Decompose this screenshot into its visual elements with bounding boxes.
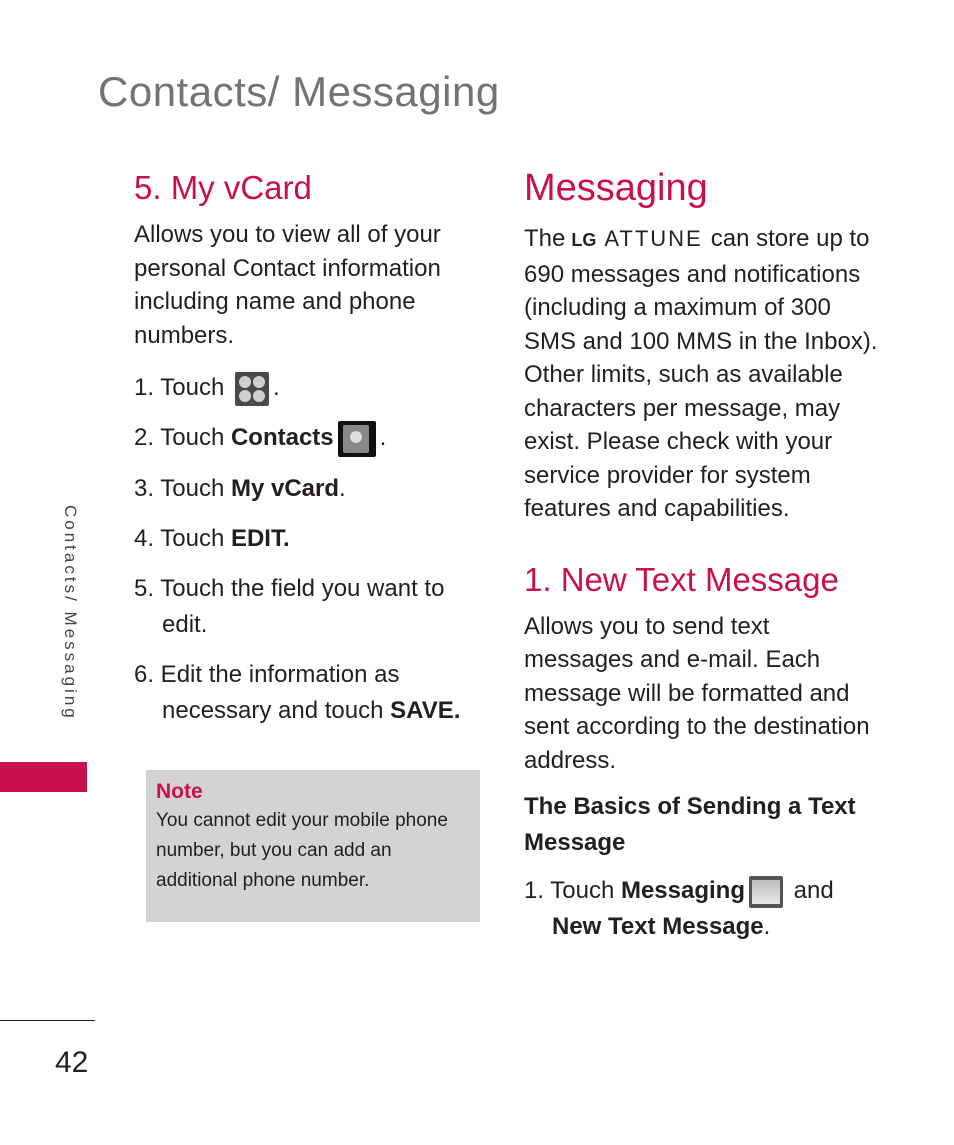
- new-text-message-heading: 1. New Text Message: [524, 560, 839, 598]
- side-tab-label: Contacts/ Messaging: [61, 505, 80, 721]
- note-title: Note: [156, 780, 203, 803]
- apps-grid-icon: [234, 371, 269, 406]
- side-tab-marker: [0, 762, 87, 792]
- step-6: 6. Edit the information as necessary and…: [134, 660, 461, 724]
- step-3: 3. Touch My vCard.: [134, 474, 346, 502]
- step-1: 1. Touch Messaging and New Text Message.: [524, 875, 834, 940]
- footer-divider: [0, 1020, 95, 1021]
- page-title: Contacts/ Messaging: [98, 68, 500, 115]
- new-text-message-intro: Allows you to send text messages and e-m…: [524, 612, 870, 774]
- basics-steps: 1. Touch Messaging and New Text Message.: [524, 873, 884, 945]
- messaging-envelope-icon: [749, 875, 783, 908]
- my-vcard-section: 5. My vCard Allows you to view all of yo…: [134, 168, 484, 743]
- step-5: 5. Touch the field you want to edit.: [134, 574, 445, 638]
- contacts-icon: [337, 420, 376, 457]
- my-vcard-steps: 1. Touch . 2. Touch Contacts. 3. Touch M…: [134, 370, 484, 729]
- lg-logo: LG: [571, 230, 597, 250]
- my-vcard-heading: 5. My vCard: [134, 169, 312, 206]
- messaging-intro: The LG ATTUNE can store up to 690 messages …: [524, 225, 878, 522]
- step-1: 1. Touch .: [134, 370, 484, 406]
- note-box: Note You cannot edit your mobile phone n…: [146, 770, 480, 922]
- messaging-heading: Messaging: [524, 167, 708, 209]
- messaging-section: Messaging The LG ATTUNE can store up to 690…: [524, 168, 884, 959]
- note-body: You cannot edit your mobile phone number…: [156, 810, 448, 891]
- attune-logo: ATTUNE: [604, 226, 703, 251]
- step-4: 4. Touch EDIT.: [134, 524, 290, 552]
- my-vcard-intro: Allows you to view all of your personal …: [134, 221, 441, 349]
- basics-subheading: The Basics of Sending a Text Message: [524, 793, 856, 856]
- page-number: 42: [55, 1046, 89, 1079]
- step-2: 2. Touch Contacts.: [134, 420, 484, 457]
